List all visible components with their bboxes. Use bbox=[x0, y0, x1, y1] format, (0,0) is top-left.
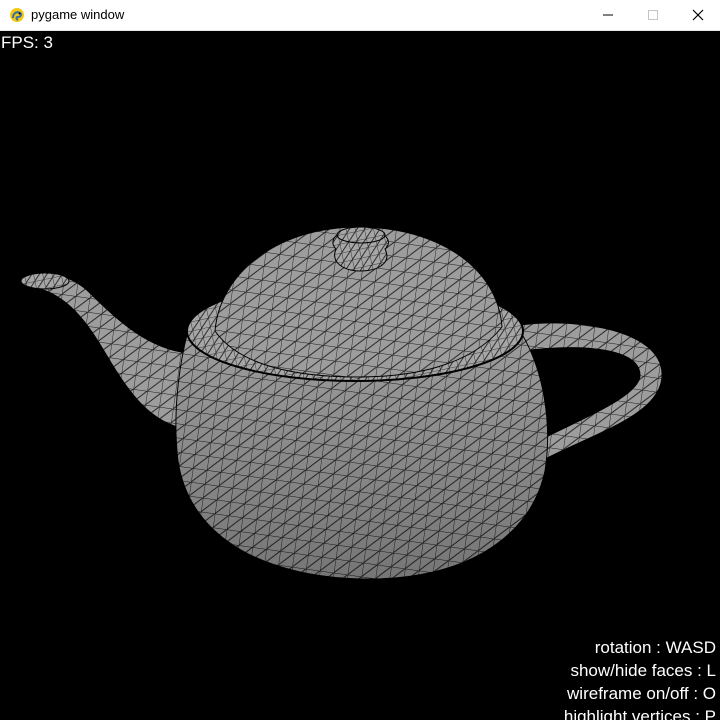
fps-counter: FPS: 3 bbox=[1, 33, 53, 52]
minimize-icon bbox=[602, 14, 613, 16]
minimize-button[interactable] bbox=[585, 0, 630, 30]
maximize-button[interactable] bbox=[630, 0, 675, 30]
help-rotation: rotation : WASD bbox=[594, 638, 716, 657]
help-wireframe: wireframe on/off : O bbox=[567, 684, 716, 703]
teapot-spout bbox=[20, 272, 189, 430]
teapot-wireframe bbox=[20, 226, 663, 580]
help-faces: show/hide faces : L bbox=[570, 661, 716, 680]
pygame-snake-icon bbox=[10, 8, 24, 22]
render-canvas[interactable]: FPS: 3 rotation : WASD show/hide faces :… bbox=[0, 31, 720, 720]
help-vertices: highlight vertices : P bbox=[563, 707, 716, 720]
maximize-icon bbox=[647, 10, 658, 20]
close-button[interactable] bbox=[675, 0, 720, 30]
pygame-window: pygame window FPS: 3 rotation: WASD sho… bbox=[0, 0, 720, 720]
title-bar[interactable]: pygame window bbox=[0, 0, 720, 31]
close-icon bbox=[692, 9, 703, 21]
window-title: pygame window bbox=[31, 7, 125, 22]
